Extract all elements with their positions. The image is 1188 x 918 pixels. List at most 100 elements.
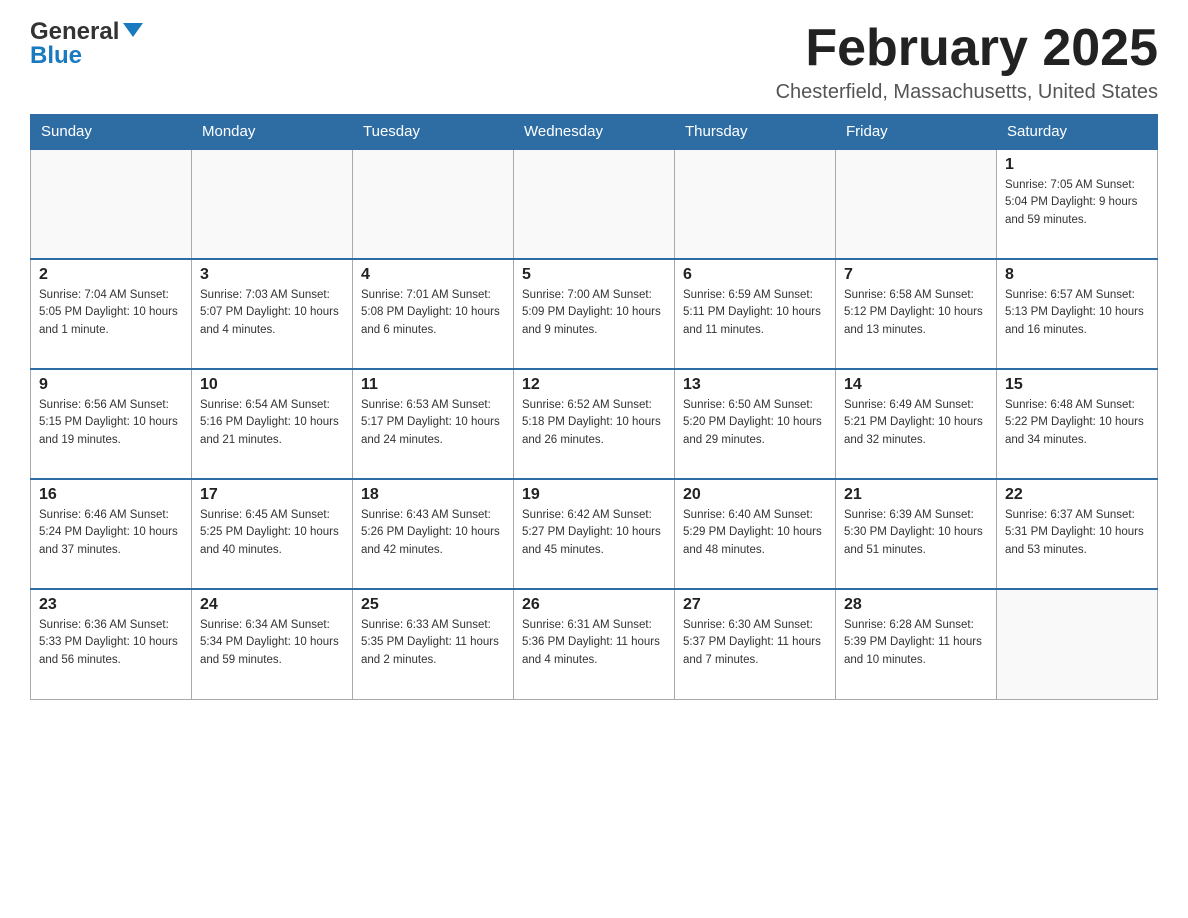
day-info: Sunrise: 6:28 AM Sunset: 5:39 PM Dayligh… — [844, 617, 988, 669]
day-number: 1 — [1005, 156, 1149, 174]
day-number: 8 — [1005, 266, 1149, 284]
calendar-week-row-2: 2 Sunrise: 7:04 AM Sunset: 5:05 PM Daylig… — [31, 259, 1158, 369]
calendar-cell: 7 Sunrise: 6:58 AM Sunset: 5:12 PM Daylig… — [836, 259, 997, 369]
day-number: 16 — [39, 486, 183, 504]
day-number: 2 — [39, 266, 183, 284]
page-header: General Blue February 2025 Chesterfield,… — [30, 20, 1158, 104]
title-block: February 2025 Chesterfield, Massachusett… — [776, 20, 1158, 104]
day-info: Sunrise: 7:03 AM Sunset: 5:07 PM Dayligh… — [200, 287, 344, 339]
calendar-cell: 15 Sunrise: 6:48 AM Sunset: 5:22 PM Dayli… — [997, 369, 1158, 479]
calendar-week-row-5: 23 Sunrise: 6:36 AM Sunset: 5:33 PM Dayli… — [31, 589, 1158, 699]
logo-triangle-icon — [123, 23, 143, 37]
day-info: Sunrise: 7:04 AM Sunset: 5:05 PM Dayligh… — [39, 287, 183, 339]
calendar-week-row-4: 16 Sunrise: 6:46 AM Sunset: 5:24 PM Dayli… — [31, 479, 1158, 589]
month-title: February 2025 — [776, 20, 1158, 77]
day-number: 14 — [844, 376, 988, 394]
calendar-cell: 19 Sunrise: 6:42 AM Sunset: 5:27 PM Dayli… — [514, 479, 675, 589]
day-info: Sunrise: 6:49 AM Sunset: 5:21 PM Dayligh… — [844, 397, 988, 449]
calendar-cell — [514, 149, 675, 259]
calendar-cell: 2 Sunrise: 7:04 AM Sunset: 5:05 PM Daylig… — [31, 259, 192, 369]
day-info: Sunrise: 6:33 AM Sunset: 5:35 PM Dayligh… — [361, 617, 505, 669]
calendar-cell: 25 Sunrise: 6:33 AM Sunset: 5:35 PM Dayli… — [353, 589, 514, 699]
day-number: 10 — [200, 376, 344, 394]
calendar-cell: 24 Sunrise: 6:34 AM Sunset: 5:34 PM Dayli… — [192, 589, 353, 699]
calendar-cell: 3 Sunrise: 7:03 AM Sunset: 5:07 PM Daylig… — [192, 259, 353, 369]
day-info: Sunrise: 6:53 AM Sunset: 5:17 PM Dayligh… — [361, 397, 505, 449]
calendar-day-header-tuesday: Tuesday — [353, 115, 514, 150]
calendar-cell: 17Sunrise: 6:45 AM Sunset: 5:25 PM Dayli… — [192, 479, 353, 589]
day-info: Sunrise: 6:50 AM Sunset: 5:20 PM Dayligh… — [683, 397, 827, 449]
calendar-day-header-friday: Friday — [836, 115, 997, 150]
day-number: 11 — [361, 376, 505, 394]
calendar-cell: 6Sunrise: 6:59 AM Sunset: 5:11 PM Daylig… — [675, 259, 836, 369]
calendar-cell: 9 Sunrise: 6:56 AM Sunset: 5:15 PM Daylig… — [31, 369, 192, 479]
day-number: 28 — [844, 596, 988, 614]
calendar-cell: 23 Sunrise: 6:36 AM Sunset: 5:33 PM Dayli… — [31, 589, 192, 699]
calendar-day-header-saturday: Saturday — [997, 115, 1158, 150]
day-info: Sunrise: 6:58 AM Sunset: 5:12 PM Dayligh… — [844, 287, 988, 339]
day-number: 3 — [200, 266, 344, 284]
calendar-day-header-sunday: Sunday — [31, 115, 192, 150]
calendar-cell: 14 Sunrise: 6:49 AM Sunset: 5:21 PM Dayli… — [836, 369, 997, 479]
day-info: Sunrise: 7:01 AM Sunset: 5:08 PM Dayligh… — [361, 287, 505, 339]
calendar-cell: 11 Sunrise: 6:53 AM Sunset: 5:17 PM Dayli… — [353, 369, 514, 479]
calendar-cell: 8 Sunrise: 6:57 AM Sunset: 5:13 PM Daylig… — [997, 259, 1158, 369]
calendar-cell — [675, 149, 836, 259]
day-info: Sunrise: 6:48 AM Sunset: 5:22 PM Dayligh… — [1005, 397, 1149, 449]
calendar-cell: 13 Sunrise: 6:50 AM Sunset: 5:20 PM Dayli… — [675, 369, 836, 479]
day-info: Sunrise: 6:46 AM Sunset: 5:24 PM Dayligh… — [39, 507, 183, 559]
calendar-table: SundayMondayTuesdayWednesdayThursdayFrid… — [30, 114, 1158, 700]
calendar-header-row: SundayMondayTuesdayWednesdayThursdayFrid… — [31, 115, 1158, 150]
logo-general-text: General — [30, 20, 119, 44]
day-number: 19 — [522, 486, 666, 504]
day-number: 24 — [200, 596, 344, 614]
calendar-week-row-1: 1 Sunrise: 7:05 AM Sunset: 5:04 PM Daylig… — [31, 149, 1158, 259]
calendar-cell: 26 Sunrise: 6:31 AM Sunset: 5:36 PM Dayli… — [514, 589, 675, 699]
day-info: Sunrise: 6:39 AM Sunset: 5:30 PM Dayligh… — [844, 507, 988, 559]
calendar-cell: 27Sunrise: 6:30 AM Sunset: 5:37 PM Dayli… — [675, 589, 836, 699]
day-number: 21 — [844, 486, 988, 504]
calendar-cell — [836, 149, 997, 259]
calendar-cell: 12Sunrise: 6:52 AM Sunset: 5:18 PM Dayli… — [514, 369, 675, 479]
calendar-cell: 16 Sunrise: 6:46 AM Sunset: 5:24 PM Dayli… — [31, 479, 192, 589]
day-number: 9 — [39, 376, 183, 394]
calendar-cell: 1 Sunrise: 7:05 AM Sunset: 5:04 PM Daylig… — [997, 149, 1158, 259]
day-number: 26 — [522, 596, 666, 614]
calendar-cell — [31, 149, 192, 259]
calendar-cell — [353, 149, 514, 259]
day-info: Sunrise: 6:42 AM Sunset: 5:27 PM Dayligh… — [522, 507, 666, 559]
day-info: Sunrise: 6:36 AM Sunset: 5:33 PM Dayligh… — [39, 617, 183, 669]
day-number: 4 — [361, 266, 505, 284]
calendar-day-header-wednesday: Wednesday — [514, 115, 675, 150]
location-subtitle: Chesterfield, Massachusetts, United Stat… — [776, 81, 1158, 104]
day-info: Sunrise: 6:56 AM Sunset: 5:15 PM Dayligh… — [39, 397, 183, 449]
calendar-cell: 21 Sunrise: 6:39 AM Sunset: 5:30 PM Dayli… — [836, 479, 997, 589]
logo-blue-text: Blue — [30, 42, 82, 69]
day-info: Sunrise: 6:54 AM Sunset: 5:16 PM Dayligh… — [200, 397, 344, 449]
day-number: 18 — [361, 486, 505, 504]
calendar-cell: 22Sunrise: 6:37 AM Sunset: 5:31 PM Dayli… — [997, 479, 1158, 589]
day-info: Sunrise: 6:30 AM Sunset: 5:37 PM Dayligh… — [683, 617, 827, 669]
day-info: Sunrise: 6:45 AM Sunset: 5:25 PM Dayligh… — [200, 507, 344, 559]
calendar-cell: 10 Sunrise: 6:54 AM Sunset: 5:16 PM Dayli… — [192, 369, 353, 479]
day-number: 12 — [522, 376, 666, 394]
day-info: Sunrise: 7:05 AM Sunset: 5:04 PM Dayligh… — [1005, 177, 1149, 229]
day-number: 13 — [683, 376, 827, 394]
day-number: 25 — [361, 596, 505, 614]
day-info: Sunrise: 7:00 AM Sunset: 5:09 PM Dayligh… — [522, 287, 666, 339]
calendar-cell: 4 Sunrise: 7:01 AM Sunset: 5:08 PM Daylig… — [353, 259, 514, 369]
calendar-cell: 28 Sunrise: 6:28 AM Sunset: 5:39 PM Dayli… — [836, 589, 997, 699]
day-number: 7 — [844, 266, 988, 284]
calendar-cell: 18Sunrise: 6:43 AM Sunset: 5:26 PM Dayli… — [353, 479, 514, 589]
day-info: Sunrise: 6:31 AM Sunset: 5:36 PM Dayligh… — [522, 617, 666, 669]
calendar-cell — [997, 589, 1158, 699]
day-number: 15 — [1005, 376, 1149, 394]
day-info: Sunrise: 6:57 AM Sunset: 5:13 PM Dayligh… — [1005, 287, 1149, 339]
calendar-day-header-monday: Monday — [192, 115, 353, 150]
day-number: 22 — [1005, 486, 1149, 504]
day-number: 5 — [522, 266, 666, 284]
day-info: Sunrise: 6:40 AM Sunset: 5:29 PM Dayligh… — [683, 507, 827, 559]
day-number: 23 — [39, 596, 183, 614]
day-info: Sunrise: 6:34 AM Sunset: 5:34 PM Dayligh… — [200, 617, 344, 669]
day-info: Sunrise: 6:59 AM Sunset: 5:11 PM Dayligh… — [683, 287, 827, 339]
